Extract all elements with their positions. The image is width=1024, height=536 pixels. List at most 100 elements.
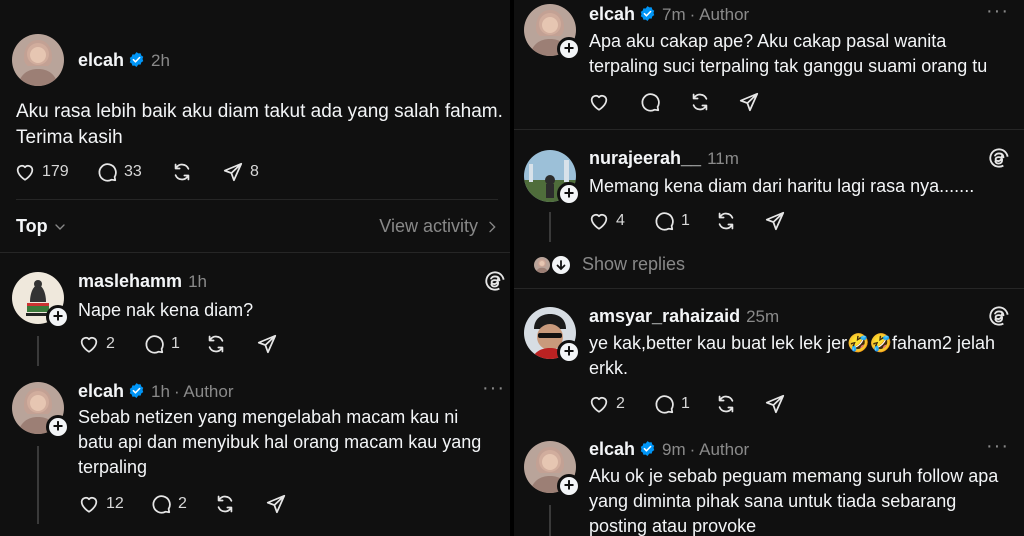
share-button[interactable] [738, 91, 760, 113]
reply-author[interactable]: elcah 7m · Author [589, 4, 749, 25]
share-button[interactable] [764, 210, 786, 232]
repost-button[interactable] [171, 161, 193, 183]
share-button[interactable] [256, 333, 278, 355]
heart-icon [588, 210, 610, 232]
send-icon [738, 91, 760, 113]
author-badge: · Author [173, 382, 234, 401]
heart-icon [78, 333, 100, 355]
follow-plus-icon[interactable]: + [46, 415, 70, 439]
right-panel: + elcah 7m · Author ··· Apa aku cakap ape?… [514, 0, 1024, 536]
like-count: 4 [616, 212, 625, 229]
username[interactable]: maslehamm [78, 271, 182, 291]
avatar[interactable] [12, 34, 64, 86]
reply-author[interactable]: amsyar_rahaizaid 25m [589, 306, 779, 327]
reply-text-line: Sebab netizen yang mengelabah macam kau … [78, 407, 459, 427]
reply-button[interactable]: 1 [653, 210, 690, 232]
divider [514, 288, 1024, 289]
reply-author[interactable]: nurajeerah__ 11m [589, 148, 739, 169]
comment-icon [639, 91, 661, 113]
reply-button[interactable]: 33 [96, 161, 142, 183]
reply-text: Apa aku cakap ape? Aku cakap pasal wanit… [589, 29, 987, 79]
repost-icon [205, 333, 227, 355]
reply-text: ye kak,better kau buat lek lek jer🤣🤣faha… [589, 331, 995, 381]
chevron-right-icon [484, 219, 500, 235]
reply-button[interactable]: 1 [143, 333, 180, 355]
reply-count: 1 [171, 335, 180, 352]
mini-avatar [534, 257, 550, 273]
reply-text-line: terpaling suci terpaling tak ganggu suam… [589, 56, 988, 76]
threads-logo-icon [484, 270, 506, 292]
post-time: 2h [151, 51, 170, 70]
comment-icon [653, 393, 675, 415]
reply-button[interactable]: 2 [150, 493, 187, 515]
post-text: Aku rasa lebih baik aku diam takut ada y… [16, 99, 503, 151]
verified-icon [639, 5, 656, 22]
like-count: 12 [106, 495, 124, 512]
like-count: 2 [616, 395, 625, 412]
repost-button[interactable] [715, 393, 737, 415]
share-button[interactable] [764, 393, 786, 415]
username[interactable]: elcah [589, 4, 635, 24]
follow-plus-icon[interactable]: + [46, 305, 70, 329]
like-button[interactable]: 2 [78, 333, 115, 355]
reply-author[interactable]: elcah 9m · Author [589, 439, 749, 460]
arrow-down-icon [552, 255, 570, 274]
comment-icon [150, 493, 172, 515]
username[interactable]: elcah [589, 439, 635, 459]
username[interactable]: nurajeerah__ [589, 148, 701, 168]
post-author[interactable]: elcah 2h [78, 50, 170, 71]
send-icon [222, 161, 244, 183]
chevron-down-icon [52, 219, 68, 235]
comment-icon [653, 210, 675, 232]
like-button[interactable]: 179 [14, 161, 69, 183]
repost-button[interactable] [689, 91, 711, 113]
send-icon [764, 393, 786, 415]
comment-icon [96, 161, 118, 183]
share-button[interactable]: 8 [222, 161, 259, 183]
like-button[interactable]: 2 [588, 393, 625, 415]
verified-icon [128, 51, 145, 68]
like-button[interactable]: 4 [588, 210, 625, 232]
like-button[interactable]: 12 [78, 493, 124, 515]
divider [0, 252, 510, 253]
reply-button[interactable] [639, 91, 661, 113]
username[interactable]: elcah [78, 50, 124, 70]
heart-icon [14, 161, 36, 183]
username[interactable]: elcah [78, 381, 124, 401]
username[interactable]: amsyar_rahaizaid [589, 306, 740, 326]
reply-time: 1h [151, 382, 170, 401]
reply-text: Nape nak kena diam? [78, 300, 254, 320]
send-icon [256, 333, 278, 355]
repost-button[interactable] [205, 333, 227, 355]
more-options-icon[interactable]: ··· [986, 0, 1009, 23]
repost-button[interactable] [715, 210, 737, 232]
like-button[interactable] [588, 91, 610, 113]
follow-plus-icon[interactable]: + [557, 37, 581, 61]
reply-author[interactable]: elcah 1h · Author [78, 381, 234, 402]
reply-author[interactable]: maslehamm 1h [78, 271, 207, 292]
view-activity-link[interactable]: View activity [379, 216, 500, 237]
reply-text-line: terpaling [78, 457, 148, 477]
repost-button[interactable] [214, 493, 236, 515]
reply-count: 2 [178, 495, 187, 512]
follow-plus-icon[interactable]: + [557, 474, 581, 498]
sort-label: Top [16, 216, 48, 236]
follow-plus-icon[interactable]: + [557, 340, 581, 364]
view-activity-label: View activity [379, 216, 478, 236]
verified-icon [639, 440, 656, 457]
share-button[interactable] [265, 493, 287, 515]
reply-text-line: ye kak,better kau buat lek lek jer🤣🤣faha… [589, 333, 996, 353]
more-options-icon[interactable]: ··· [986, 435, 1009, 458]
reply-button[interactable]: 1 [653, 393, 690, 415]
show-replies-button[interactable]: Show replies [534, 254, 685, 275]
reply-count: 1 [681, 212, 690, 229]
more-options-icon[interactable]: ··· [482, 377, 505, 400]
heart-icon [588, 91, 610, 113]
follow-plus-icon[interactable]: + [557, 182, 581, 206]
sort-dropdown[interactable]: Top [16, 216, 68, 237]
reply-text-line: erkk. [589, 358, 629, 378]
divider [514, 129, 1024, 130]
like-count: 2 [106, 335, 115, 352]
post-text-line: Terima kasih [16, 127, 123, 148]
reply-text-line: Apa aku cakap ape? Aku cakap pasal wanit… [589, 31, 947, 51]
